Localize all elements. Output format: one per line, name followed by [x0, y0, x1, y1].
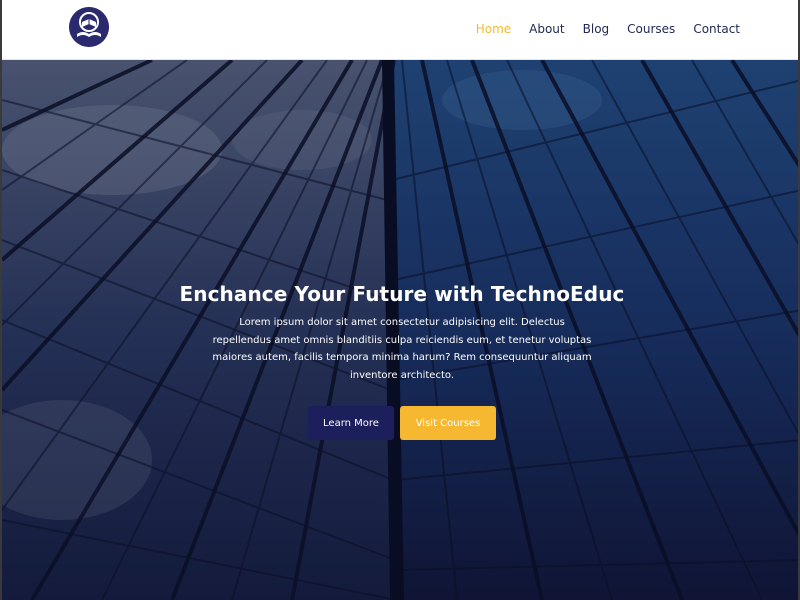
nav-link-contact[interactable]: Contact [693, 22, 740, 36]
book-logo-icon[interactable] [69, 7, 109, 47]
nav-link-courses[interactable]: Courses [627, 22, 675, 36]
visit-courses-button[interactable]: Visit Courses [400, 406, 496, 440]
hero-content: Enchance Your Future with TechnoEduc Lor… [2, 282, 798, 440]
hero-title: Enchance Your Future with TechnoEduc [179, 282, 625, 306]
hero-section: Enchance Your Future with TechnoEduc Lor… [2, 60, 798, 600]
nav-link-blog[interactable]: Blog [583, 22, 610, 36]
nav-link-home[interactable]: Home [476, 22, 511, 36]
page-frame: Home About Blog Courses Contact Enchance… [0, 0, 800, 600]
nav-link-about[interactable]: About [529, 22, 564, 36]
main-nav: Home About Blog Courses Contact [458, 0, 740, 58]
learn-more-button[interactable]: Learn More [308, 406, 394, 440]
hero-description: Lorem ipsum dolor sit amet consectetur a… [212, 317, 592, 381]
navbar: Home About Blog Courses Contact [2, 0, 798, 60]
hero-buttons: Learn More Visit Courses [2, 406, 798, 440]
